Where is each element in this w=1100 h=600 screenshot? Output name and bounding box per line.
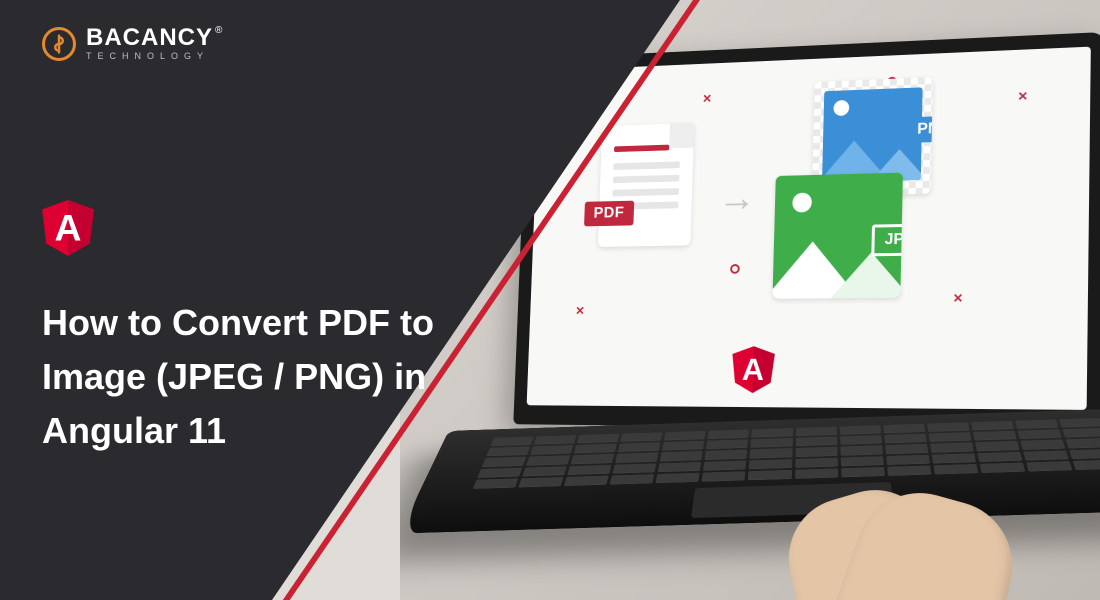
registered-mark: ® <box>215 25 222 36</box>
brand-logo: BACANCY® TECHNOLOGY <box>42 26 222 61</box>
svg-text:A: A <box>742 353 765 387</box>
angular-logo-icon: A <box>731 346 775 393</box>
sun-icon <box>833 100 849 116</box>
laptop-screen: ✕ ✕ ✕ ✕ <box>527 47 1091 410</box>
screen-illustration: ✕ ✕ ✕ ✕ <box>527 47 1091 410</box>
laptop-keyboard <box>473 418 1100 489</box>
banner-heading: How to Convert PDF to Image (JPEG / PNG)… <box>42 296 462 458</box>
jpg-file-icon: JPG <box>772 173 903 299</box>
brand-subtitle: TECHNOLOGY <box>86 52 222 61</box>
brand-name: BACANCY <box>86 24 213 51</box>
jpg-label: JPG <box>871 224 903 257</box>
pdf-text-line <box>612 188 679 196</box>
decor-circle-icon <box>730 264 740 274</box>
pdf-label: PDF <box>584 201 634 227</box>
arrow-right-icon: → <box>717 177 756 221</box>
brand-logo-mark-icon <box>42 27 76 61</box>
sun-icon <box>792 193 812 213</box>
decor-cross-icon: ✕ <box>702 92 712 106</box>
brand-logo-text: BACANCY® TECHNOLOGY <box>86 26 222 61</box>
pdf-text-line <box>613 161 680 170</box>
decor-cross-icon: ✕ <box>953 291 964 305</box>
png-label: PNG <box>907 115 933 142</box>
angular-logo-icon: A <box>42 200 94 256</box>
pdf-heading-line <box>614 145 669 152</box>
svg-text:A: A <box>55 206 82 248</box>
mountain-icon <box>829 252 903 299</box>
pdf-text-line <box>613 175 680 183</box>
pdf-file-icon: PDF <box>598 123 694 247</box>
promo-banner: ✕ ✕ ✕ ✕ <box>0 0 1100 600</box>
laptop-base <box>400 408 1100 534</box>
decor-cross-icon: ✕ <box>1017 89 1028 103</box>
decor-cross-icon: ✕ <box>575 304 585 317</box>
